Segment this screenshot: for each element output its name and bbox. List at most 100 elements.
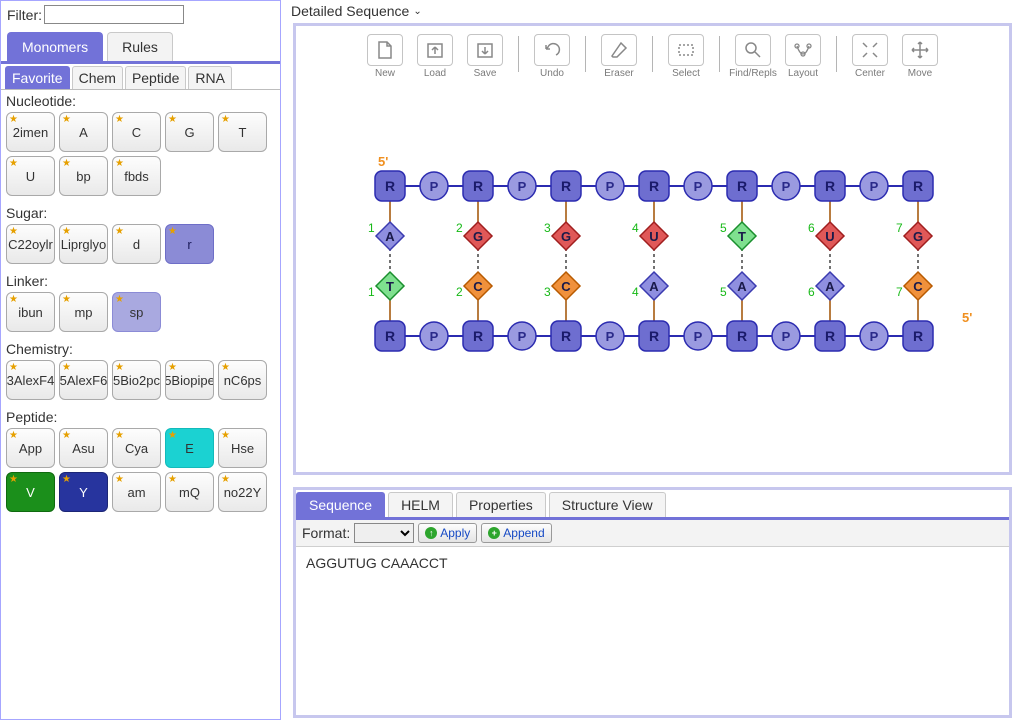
monomer-5alexf6[interactable]: ★5AlexF6 <box>59 360 108 400</box>
tool-new[interactable]: New <box>360 34 410 79</box>
tab-properties[interactable]: Properties <box>456 492 546 517</box>
monomer-no22y[interactable]: ★no22Y <box>218 472 267 512</box>
svg-text:R: R <box>737 178 747 194</box>
tab-helm[interactable]: HELM <box>388 492 453 517</box>
toolbar-separator <box>518 36 519 72</box>
format-select[interactable] <box>354 523 414 543</box>
tab-chem[interactable]: Chem <box>72 66 123 89</box>
svg-text:R: R <box>649 328 659 344</box>
monomer-bp[interactable]: ★bp <box>59 156 108 196</box>
sequence-diagram: 5'5'11RRATPP22RRGCPP33RRGCPP44RRUAPP55RR… <box>360 146 980 406</box>
monomer-mq[interactable]: ★mQ <box>165 472 214 512</box>
format-row: Format: ↑Apply +Append <box>296 520 1009 547</box>
monomer-3alexf4[interactable]: ★3AlexF4 <box>6 360 55 400</box>
tool-load[interactable]: Load <box>410 34 460 79</box>
monomer-t[interactable]: ★T <box>218 112 267 152</box>
monomer-g[interactable]: ★G <box>165 112 214 152</box>
monomer-liprglyo[interactable]: ★Liprglyo <box>59 224 108 264</box>
monomer-u[interactable]: ★U <box>6 156 55 196</box>
star-icon: ★ <box>168 474 177 485</box>
tabs-level1: Monomers Rules <box>1 26 280 64</box>
svg-text:4: 4 <box>632 285 639 299</box>
tab-peptide[interactable]: Peptide <box>125 66 186 89</box>
monomer-d[interactable]: ★d <box>112 224 161 264</box>
svg-text:P: P <box>606 329 615 344</box>
tab-rna[interactable]: RNA <box>188 66 232 89</box>
monomer-5biopipe[interactable]: ★5Biopipe <box>165 360 214 400</box>
svg-text:U: U <box>825 229 834 244</box>
svg-text:P: P <box>782 179 791 194</box>
toolbar-separator <box>836 36 837 72</box>
svg-text:C: C <box>473 279 483 294</box>
sequence-text[interactable]: AGGUTUG CAAACCT <box>296 547 1009 715</box>
tool-select[interactable]: Select <box>661 34 711 79</box>
monomer-5bio2pc[interactable]: ★5Bio2pc <box>112 360 161 400</box>
group-linker: ★ibun ★mp ★sp <box>1 290 280 338</box>
tab-sequence[interactable]: Sequence <box>296 492 385 517</box>
monomer-v[interactable]: ★V <box>6 472 55 512</box>
monomer-asu[interactable]: ★Asu <box>59 428 108 468</box>
monomer-y[interactable]: ★Y <box>59 472 108 512</box>
star-icon: ★ <box>168 114 177 125</box>
tab-rules[interactable]: Rules <box>107 32 173 61</box>
sidebar: Filter: Monomers Rules Favorite Chem Pep… <box>0 0 281 720</box>
svg-text:6: 6 <box>808 285 815 299</box>
monomer-am[interactable]: ★am <box>112 472 161 512</box>
tab-monomers[interactable]: Monomers <box>7 32 103 61</box>
monomer-nc6ps[interactable]: ★nC6ps <box>218 360 267 400</box>
star-icon: ★ <box>62 158 71 169</box>
monomer-e[interactable]: ★E <box>165 428 214 468</box>
star-icon: ★ <box>115 294 124 305</box>
tab-structure-view[interactable]: Structure View <box>549 492 666 517</box>
tool-eraser[interactable]: Eraser <box>594 34 644 79</box>
filter-input[interactable] <box>44 5 184 24</box>
svg-text:5': 5' <box>378 154 388 169</box>
monomer-r[interactable]: ★r <box>165 224 214 264</box>
group-label-chemistry: Chemistry: <box>1 338 280 358</box>
star-icon: ★ <box>168 362 177 373</box>
monomer-hse[interactable]: ★Hse <box>218 428 267 468</box>
right-panel: Detailed Sequence ⌄ New Load Save Undo <box>281 0 1024 720</box>
svg-text:R: R <box>385 178 395 194</box>
monomer-c22oylr[interactable]: ★C22oylr <box>6 224 55 264</box>
tool-layout[interactable]: Layout <box>778 34 828 79</box>
tab-favorite[interactable]: Favorite <box>5 66 70 89</box>
load-icon <box>417 34 453 66</box>
monomer-app[interactable]: ★App <box>6 428 55 468</box>
tool-save[interactable]: Save <box>460 34 510 79</box>
move-icon <box>902 34 938 66</box>
svg-text:P: P <box>694 329 703 344</box>
apply-button[interactable]: ↑Apply <box>418 523 477 543</box>
monomer-sp[interactable]: ★sp <box>112 292 161 332</box>
svg-text:R: R <box>649 178 659 194</box>
canvas[interactable]: New Load Save Undo Eraser <box>293 23 1012 475</box>
tool-undo[interactable]: Undo <box>527 34 577 79</box>
monomer-c[interactable]: ★C <box>112 112 161 152</box>
monomer-fbds[interactable]: ★fbds <box>112 156 161 196</box>
tool-center[interactable]: Center <box>845 34 895 79</box>
svg-text:4: 4 <box>632 221 639 235</box>
svg-text:R: R <box>913 178 923 194</box>
monomer-list[interactable]: Nucleotide: ★2imen ★A ★C ★G ★T ★U ★bp ★f… <box>1 90 280 719</box>
group-chemistry: ★3AlexF4 ★5AlexF6 ★5Bio2pc ★5Biopipe ★nC… <box>1 358 280 406</box>
toolbar-separator <box>652 36 653 72</box>
svg-text:3: 3 <box>544 221 551 235</box>
svg-text:G: G <box>561 229 571 244</box>
svg-text:R: R <box>913 328 923 344</box>
detailed-sequence-label: Detailed Sequence <box>291 3 409 19</box>
monomer-2imen[interactable]: ★2imen <box>6 112 55 152</box>
append-button[interactable]: +Append <box>481 523 551 543</box>
monomer-mp[interactable]: ★mp <box>59 292 108 332</box>
monomer-ibun[interactable]: ★ibun <box>6 292 55 332</box>
star-icon: ★ <box>62 226 71 237</box>
svg-text:P: P <box>606 179 615 194</box>
group-peptide: ★App ★Asu ★Cya ★E ★Hse ★V ★Y ★am ★mQ ★no… <box>1 426 280 518</box>
svg-text:R: R <box>825 178 835 194</box>
tool-move[interactable]: Move <box>895 34 945 79</box>
tool-findrepl[interactable]: Find/Repls <box>728 34 778 79</box>
svg-text:C: C <box>561 279 571 294</box>
detailed-sequence-header[interactable]: Detailed Sequence ⌄ <box>281 0 1024 19</box>
monomer-a[interactable]: ★A <box>59 112 108 152</box>
monomer-cya[interactable]: ★Cya <box>112 428 161 468</box>
star-icon: ★ <box>115 474 124 485</box>
